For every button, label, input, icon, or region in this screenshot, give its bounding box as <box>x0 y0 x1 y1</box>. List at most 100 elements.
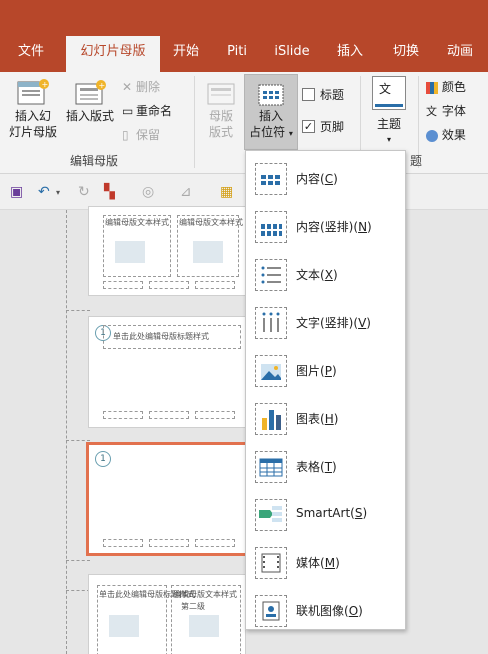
menu-item-online-picture[interactable]: 联机图像(O) <box>246 587 405 635</box>
format-painter-icon[interactable]: ▚ <box>104 184 115 200</box>
content-icon <box>255 163 287 195</box>
menu-item-smartart[interactable]: SmartArt(S) <box>246 491 405 539</box>
delete-button[interactable]: ✕ 删除 <box>122 78 160 95</box>
slide-thumbnail-pane: 编辑母版文本样式 编辑母版文本样式 1 单击此处编辑母版标题样式 1 单击此处编… <box>0 206 488 654</box>
svg-text:+: + <box>42 80 49 89</box>
slide-thumbnail-selected[interactable]: 1 <box>86 442 248 556</box>
menu-item-text[interactable]: 文本(X) <box>246 251 405 299</box>
effects-button[interactable]: 效果 <box>426 126 466 143</box>
rename-icon: ▭ <box>122 104 134 118</box>
insert-slide-master-label-1: 插入幻 <box>14 109 51 123</box>
menu-item-label: 文字(竖排)(V) <box>296 316 371 330</box>
guide-line <box>66 440 90 441</box>
tab-animations[interactable]: 动画 <box>440 36 480 72</box>
footer-placeholder <box>149 411 189 419</box>
undo-icon[interactable]: ↶ <box>38 184 50 200</box>
smartart-icon <box>255 499 287 531</box>
footer-placeholder <box>103 539 143 547</box>
guide-line <box>66 560 90 561</box>
master-layout-label-1: 母版 <box>208 109 233 123</box>
insert-placeholder-content: 插入 占位符 ▾ <box>244 82 298 142</box>
title-checkbox[interactable] <box>302 88 315 101</box>
theme-button[interactable]: 文 主题 ▾ <box>366 76 412 148</box>
slide-thumbnail[interactable]: 1 单击此处编辑母版标题样式 <box>88 316 246 428</box>
effects-label: 效果 <box>441 128 466 142</box>
menu-item-content[interactable]: 内容(C) <box>246 155 405 203</box>
preserve-icon: ▯ <box>122 128 129 142</box>
redo-icon[interactable]: ↻ <box>78 184 90 200</box>
picture-icon[interactable]: ▦ <box>220 184 233 200</box>
colors-icon <box>426 81 438 94</box>
guide-line <box>66 310 90 311</box>
slide-thumbnail[interactable]: 单击此处编辑母版标题样式 编辑母版文本样式 第二级 <box>88 574 246 654</box>
menu-item-label: 内容(竖排)(N) <box>296 220 372 234</box>
undo-dropdown-icon[interactable]: ▾ <box>56 188 60 197</box>
menu-item-media[interactable]: 媒体(M) <box>246 539 405 587</box>
svg-text:+: + <box>99 81 106 90</box>
theme-icon-text: 文 <box>379 82 392 96</box>
footer-placeholder <box>195 539 235 547</box>
insert-layout-button[interactable]: + 插入版式 <box>62 78 118 124</box>
guide-line <box>66 590 90 591</box>
footer-checkbox[interactable]: ✓ <box>302 120 315 133</box>
menu-item-label: 媒体(M) <box>296 556 340 570</box>
background-group-label-partial: 题 <box>410 154 423 168</box>
preserve-button[interactable]: ▯ 保留 <box>122 126 160 143</box>
tab-file[interactable]: 文件 <box>8 36 54 72</box>
colors-label: 颜色 <box>441 80 466 94</box>
slide-text: 编辑母版文本样式 <box>179 218 243 227</box>
menu-item-chart[interactable]: 图表(H) <box>246 395 405 443</box>
master-layout-label-2: 版式 <box>208 125 233 139</box>
picture-icon <box>255 355 287 387</box>
menu-item-picture[interactable]: 图片(P) <box>246 347 405 395</box>
theme-label: 主题 <box>376 117 401 131</box>
rename-button[interactable]: ▭ 重命名 <box>122 102 172 119</box>
menu-item-label: SmartArt(S) <box>296 506 368 520</box>
master-layout-button[interactable]: 母版 版式 <box>200 78 242 140</box>
insert-slide-master-label-2: 灯片母版 <box>8 125 57 139</box>
fonts-button[interactable]: 文 字体 <box>426 102 466 119</box>
table-icon <box>255 451 287 483</box>
ribbon-tabs: 文件 幻灯片母版 开始 Piti iSlide 插入 切换 动画 <box>0 36 488 72</box>
slide-thumbnail[interactable]: 编辑母版文本样式 编辑母版文本样式 <box>88 206 246 296</box>
menu-item-label: 表格(T) <box>296 460 337 474</box>
dropdown-arrow-icon: ▾ <box>386 135 391 144</box>
footer-placeholder <box>195 411 235 419</box>
guide-line <box>66 210 67 654</box>
layout-icon: + <box>75 80 106 105</box>
effects-icon <box>426 129 438 142</box>
footer-placeholder <box>103 411 143 419</box>
menu-item-label: 联机图像(O) <box>296 604 363 618</box>
content-graphic <box>193 241 223 263</box>
tab-home[interactable]: 开始 <box>166 36 206 72</box>
menu-item-table[interactable]: 表格(T) <box>246 443 405 491</box>
tab-islide[interactable]: iSlide <box>268 36 316 72</box>
delete-icon: ✕ <box>122 80 133 94</box>
footer-checkbox-label: 页脚 <box>320 120 345 134</box>
tab-piti[interactable]: Piti <box>220 36 254 72</box>
text-icon <box>255 259 287 291</box>
tab-transitions[interactable]: 切换 <box>386 36 426 72</box>
shapes-icon[interactable]: ◎ <box>142 184 154 200</box>
slide-master-icon: + <box>17 79 49 105</box>
insert-placeholder-menu: 内容(C) 内容(竖排)(N) 文本(X) 文字(竖排)(V) 图片(P) 图表… <box>245 150 406 630</box>
save-icon[interactable]: ▣ <box>10 184 23 200</box>
colors-button[interactable]: 颜色 <box>426 78 466 95</box>
tab-insert[interactable]: 插入 <box>330 36 370 72</box>
theme-icon: 文 <box>372 76 406 110</box>
menu-item-label: 图片(P) <box>296 364 337 378</box>
footer-placeholder <box>195 281 235 289</box>
tab-slide-master[interactable]: 幻灯片母版 <box>66 36 160 72</box>
menu-item-content-vertical[interactable]: 内容(竖排)(N) <box>246 203 405 251</box>
rename-label: 重命名 <box>136 104 173 118</box>
align-icon[interactable]: ⊿ <box>180 184 192 200</box>
footer-placeholder <box>103 281 143 289</box>
menu-item-label: 图表(H) <box>296 412 339 426</box>
content-graphic <box>115 241 145 263</box>
slide-title-text: 单击此处编辑母版标题样式 <box>113 332 209 341</box>
slide-text: 编辑母版文本样式 <box>105 218 169 227</box>
content-graphic <box>189 615 219 637</box>
menu-item-text-vertical[interactable]: 文字(竖排)(V) <box>246 299 405 347</box>
menu-item-label: 内容(C) <box>296 172 338 186</box>
insert-slide-master-button[interactable]: + 插入幻 灯片母版 <box>6 78 60 140</box>
